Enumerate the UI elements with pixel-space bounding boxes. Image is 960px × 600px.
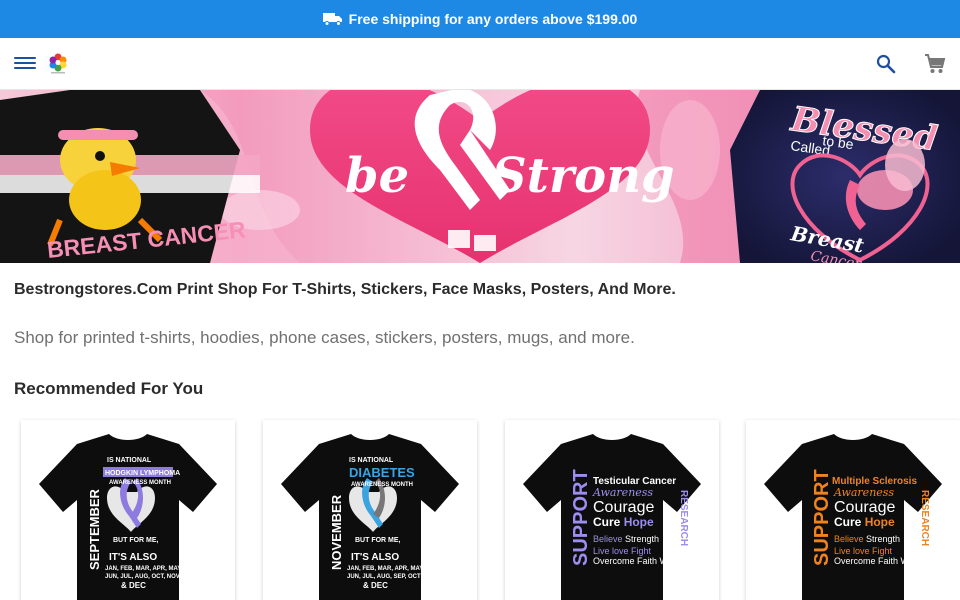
svg-text:Awareness: Awareness [833,486,894,499]
svg-text:Courage: Courage [593,499,654,516]
svg-text:RESEARCH: RESEARCH [919,490,930,546]
svg-text:Overcome Faith Win: Overcome Faith Win [834,556,916,566]
svg-text:NOVEMBER: NOVEMBER [329,494,344,570]
shop-description: Shop for printed t-shirts, hoodies, phon… [14,328,635,347]
svg-text:IS NATIONAL: IS NATIONAL [349,457,394,464]
svg-text:Cure Hope: Cure Hope [593,515,654,529]
search-icon[interactable] [876,54,896,74]
svg-text:& DEC: & DEC [121,581,146,590]
svg-text:JUN, JUL, AUG, OCT, NOV: JUN, JUL, AUG, OCT, NOV [105,574,180,580]
svg-text:Courage: Courage [834,499,895,516]
svg-text:DIABETES: DIABETES [349,465,415,480]
promo-text: Free shipping for any orders above $199.… [348,11,638,27]
hero-text-be: be [345,148,409,204]
svg-text:& DEC: & DEC [363,581,388,590]
shop-title: Bestrongstores.Com Print Shop For T-Shir… [14,281,676,298]
site-header [0,38,960,90]
svg-text:Overcome Faith Win: Overcome Faith Win [593,556,675,566]
hero-banner[interactable]: BREAST CANCER be Strong Blessed to be Ca… [0,90,960,263]
svg-text:Awareness: Awareness [592,486,653,499]
product-card[interactable]: NOVEMBER IS NATIONAL DIABETES AWARENESS … [263,420,477,600]
svg-text:Live love Fight: Live love Fight [834,546,893,556]
product-card[interactable]: SEPTEMBER IS NATIONAL HODGKIN LYMPHOMA A… [21,420,235,600]
svg-text:BUT FOR ME,: BUT FOR ME, [113,537,159,544]
truck-icon [322,13,342,26]
svg-text:Live love Fight: Live love Fight [593,546,652,556]
svg-text:RESEARCH: RESEARCH [678,490,689,546]
svg-text:Cure Hope: Cure Hope [834,515,895,529]
product-card[interactable]: SUPPORT Testicular Cancer Awareness Cour… [505,420,719,600]
svg-text:JUN, JUL, AUG, SEP, OCT: JUN, JUL, AUG, SEP, OCT [347,574,421,580]
svg-text:JAN, FEB, MAR, APR, MAY: JAN, FEB, MAR, APR, MAY [347,566,423,572]
svg-text:SUPPORT: SUPPORT [811,469,833,566]
svg-text:AWARENESS MONTH: AWARENESS MONTH [351,482,413,488]
colorful-flower-logo[interactable] [48,53,68,75]
svg-text:SUPPORT: SUPPORT [570,469,592,566]
recommended-title: Recommended For You [14,379,204,398]
svg-text:JAN, FEB, MAR, APR, MAY: JAN, FEB, MAR, APR, MAY [105,566,181,572]
svg-text:AWARENESS MONTH: AWARENESS MONTH [109,480,171,486]
svg-text:IT'S ALSO: IT'S ALSO [109,552,157,563]
product-month: SEPTEMBER [87,488,102,570]
product-card[interactable]: SUPPORT Multiple Sclerosis Awareness Cou… [746,420,960,600]
svg-text:BUT FOR ME,: BUT FOR ME, [355,537,401,544]
svg-text:IT'S ALSO: IT'S ALSO [351,552,399,563]
cart-icon[interactable] [924,54,946,74]
hero-text-strong: Strong [492,148,675,204]
promo-banner: Free shipping for any orders above $199.… [0,0,960,38]
svg-text:HODGKIN LYMPHOMA: HODGKIN LYMPHOMA [105,470,180,477]
svg-text:Believe Strength: Believe Strength [593,534,659,544]
svg-text:Believe Strength: Believe Strength [834,534,900,544]
menu-icon[interactable] [14,54,36,74]
svg-text:IS NATIONAL: IS NATIONAL [107,457,152,464]
